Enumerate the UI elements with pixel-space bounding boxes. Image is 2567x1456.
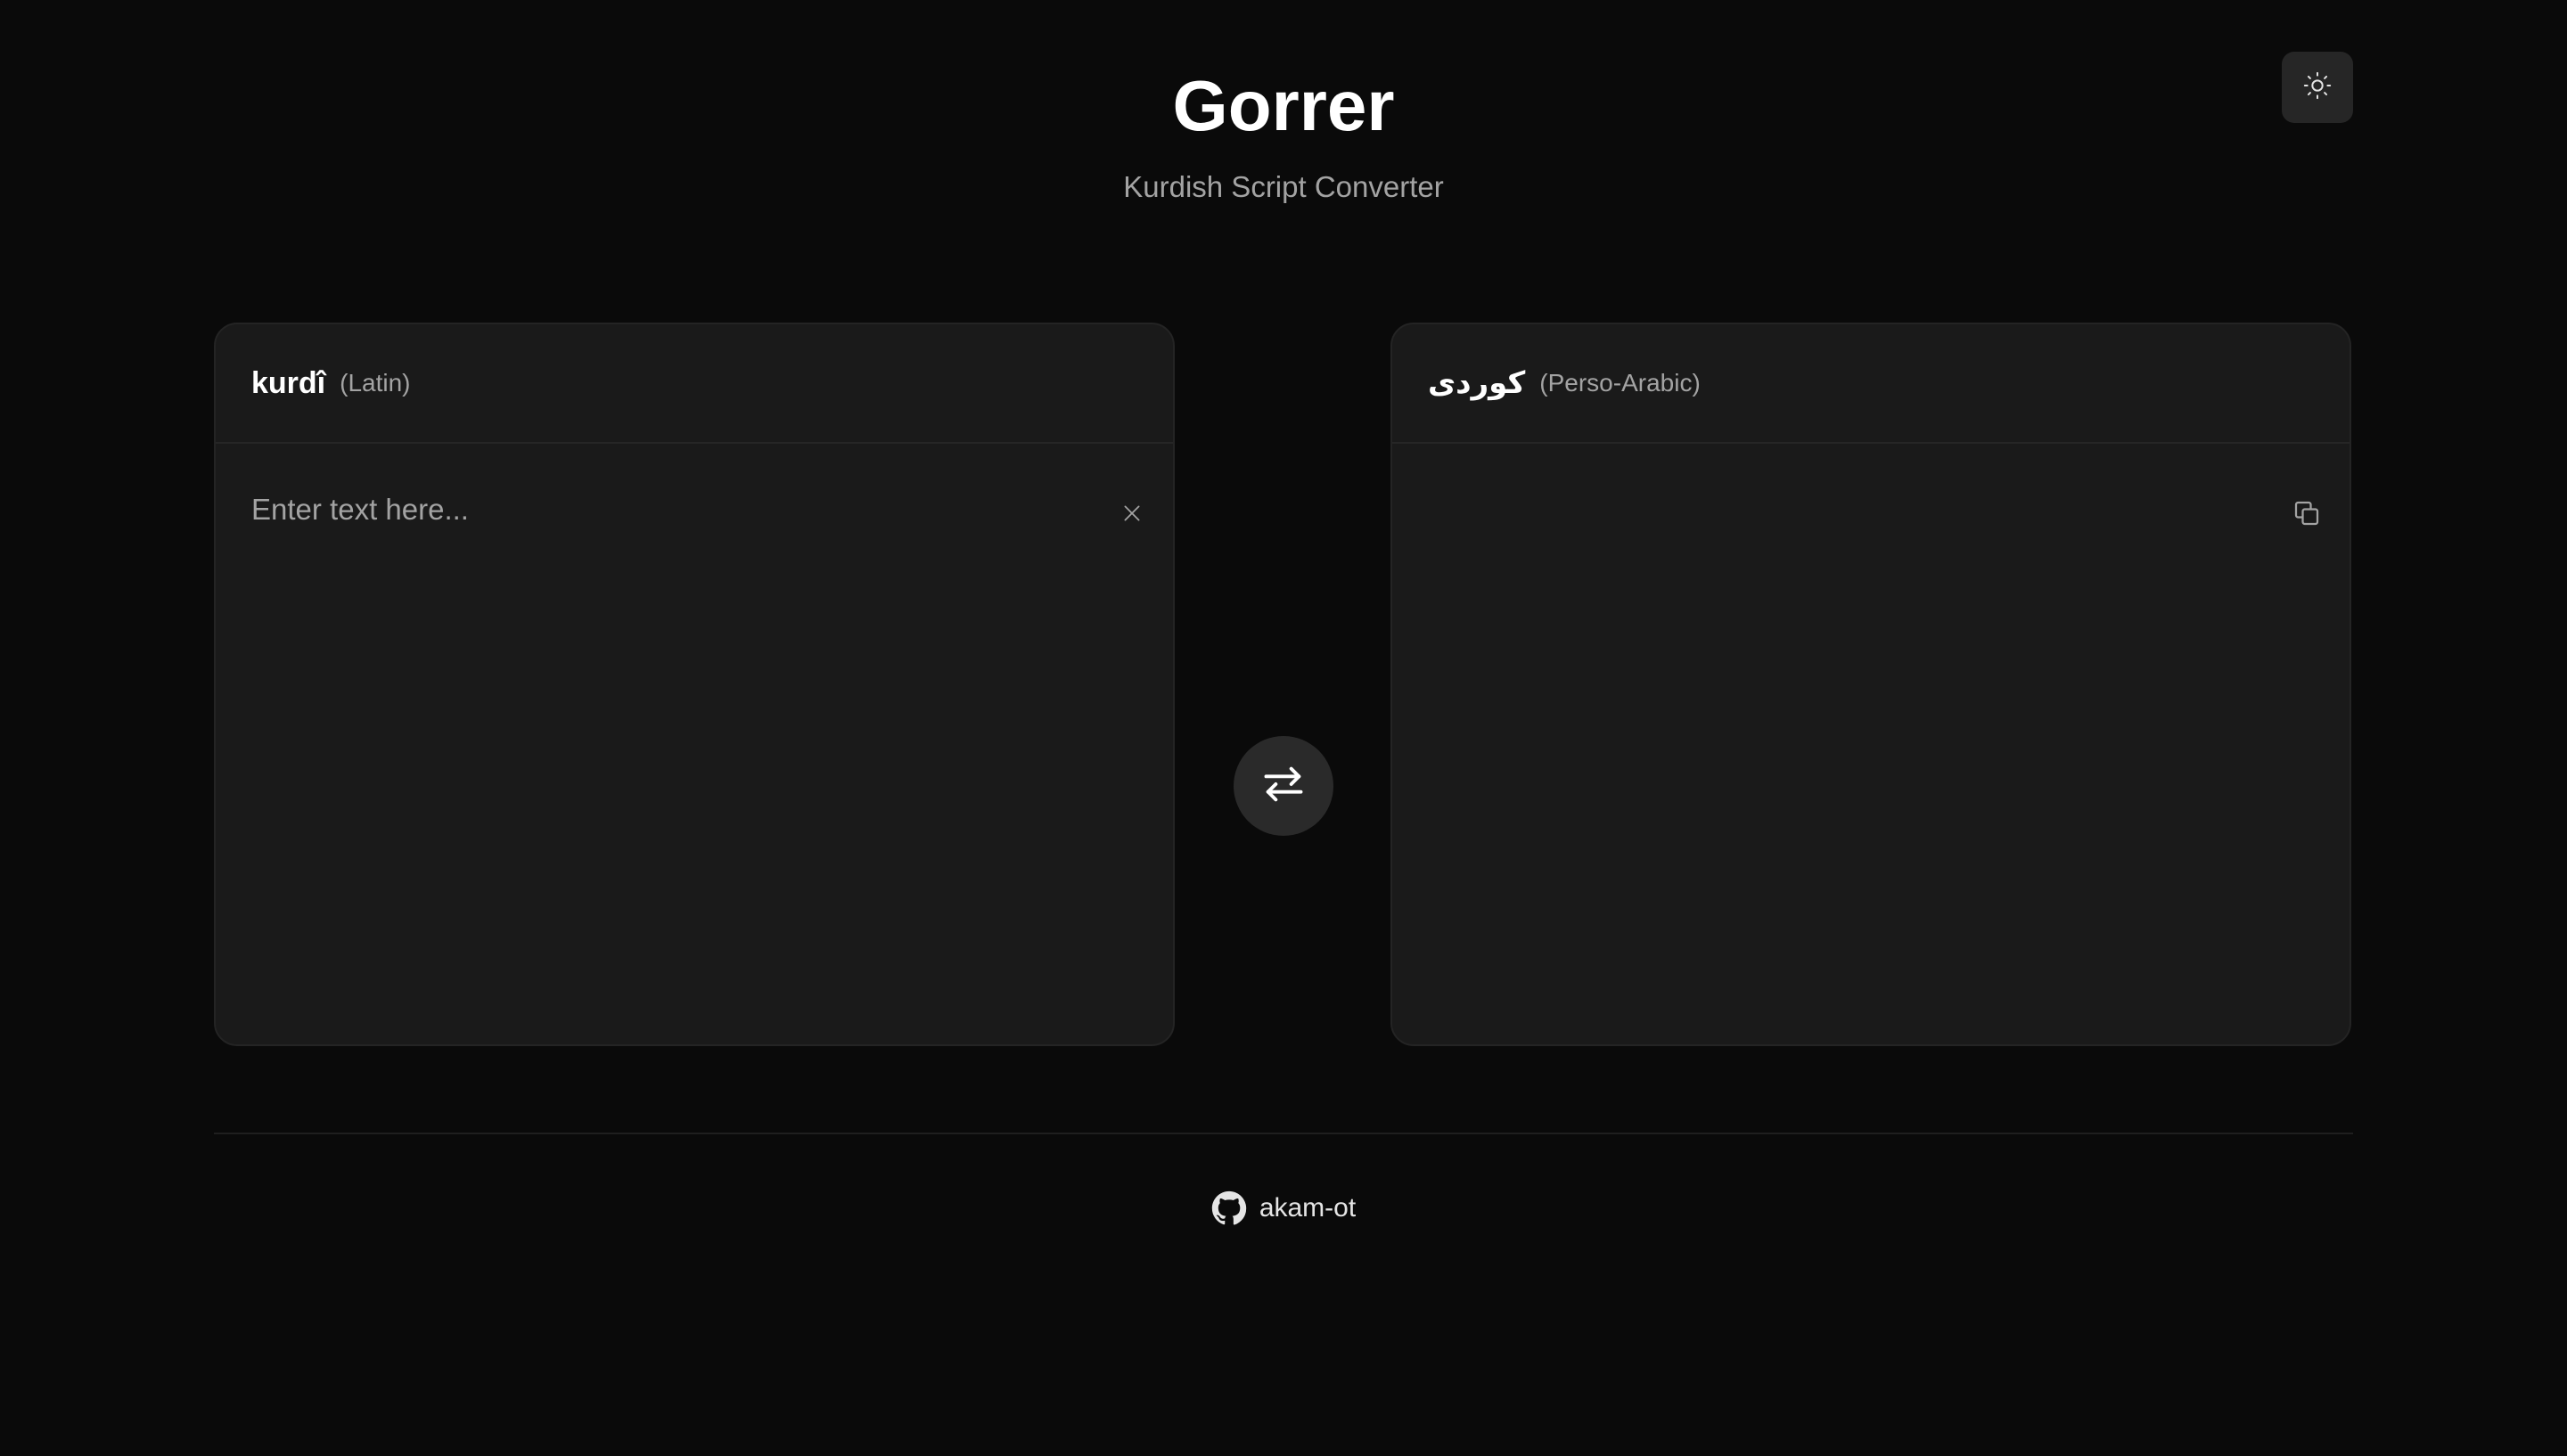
source-panel-body (216, 444, 1173, 1044)
clear-button[interactable] (1114, 497, 1150, 533)
close-icon (1120, 502, 1144, 529)
source-language-name: kurdî (251, 365, 326, 400)
target-script-label: (Perso-Arabic) (1539, 369, 1701, 397)
target-panel-header: کوردی (Perso-Arabic) (1392, 324, 2350, 444)
swap-direction-button[interactable] (1234, 736, 1333, 836)
copy-button[interactable] (2289, 497, 2325, 533)
swap-arrows-icon (1260, 761, 1307, 812)
source-script-label: (Latin) (340, 369, 411, 397)
page-title: Gorrer (1172, 66, 1395, 145)
target-panel: کوردی (Perso-Arabic) (1390, 323, 2351, 1046)
source-panel: kurdî (Latin) (214, 323, 1175, 1046)
converted-text-output[interactable] (1428, 488, 2266, 987)
github-icon (1211, 1190, 1247, 1226)
sun-icon (2302, 70, 2333, 105)
github-username: akam-ot (1259, 1193, 1357, 1223)
target-panel-body (1392, 444, 2350, 1044)
theme-toggle-button[interactable] (2282, 52, 2353, 123)
source-panel-header: kurdî (Latin) (216, 324, 1173, 444)
page: Gorrer Kurdish Script Converter kurdî (L… (0, 0, 2567, 1456)
footer-divider (214, 1133, 2353, 1134)
copy-icon (2291, 497, 2323, 534)
target-language-name: کوردی (1428, 366, 1526, 400)
source-text-input[interactable] (251, 488, 1089, 987)
page-subtitle: Kurdish Script Converter (1123, 170, 1444, 203)
github-profile-link[interactable]: akam-ot (0, 1190, 2567, 1226)
